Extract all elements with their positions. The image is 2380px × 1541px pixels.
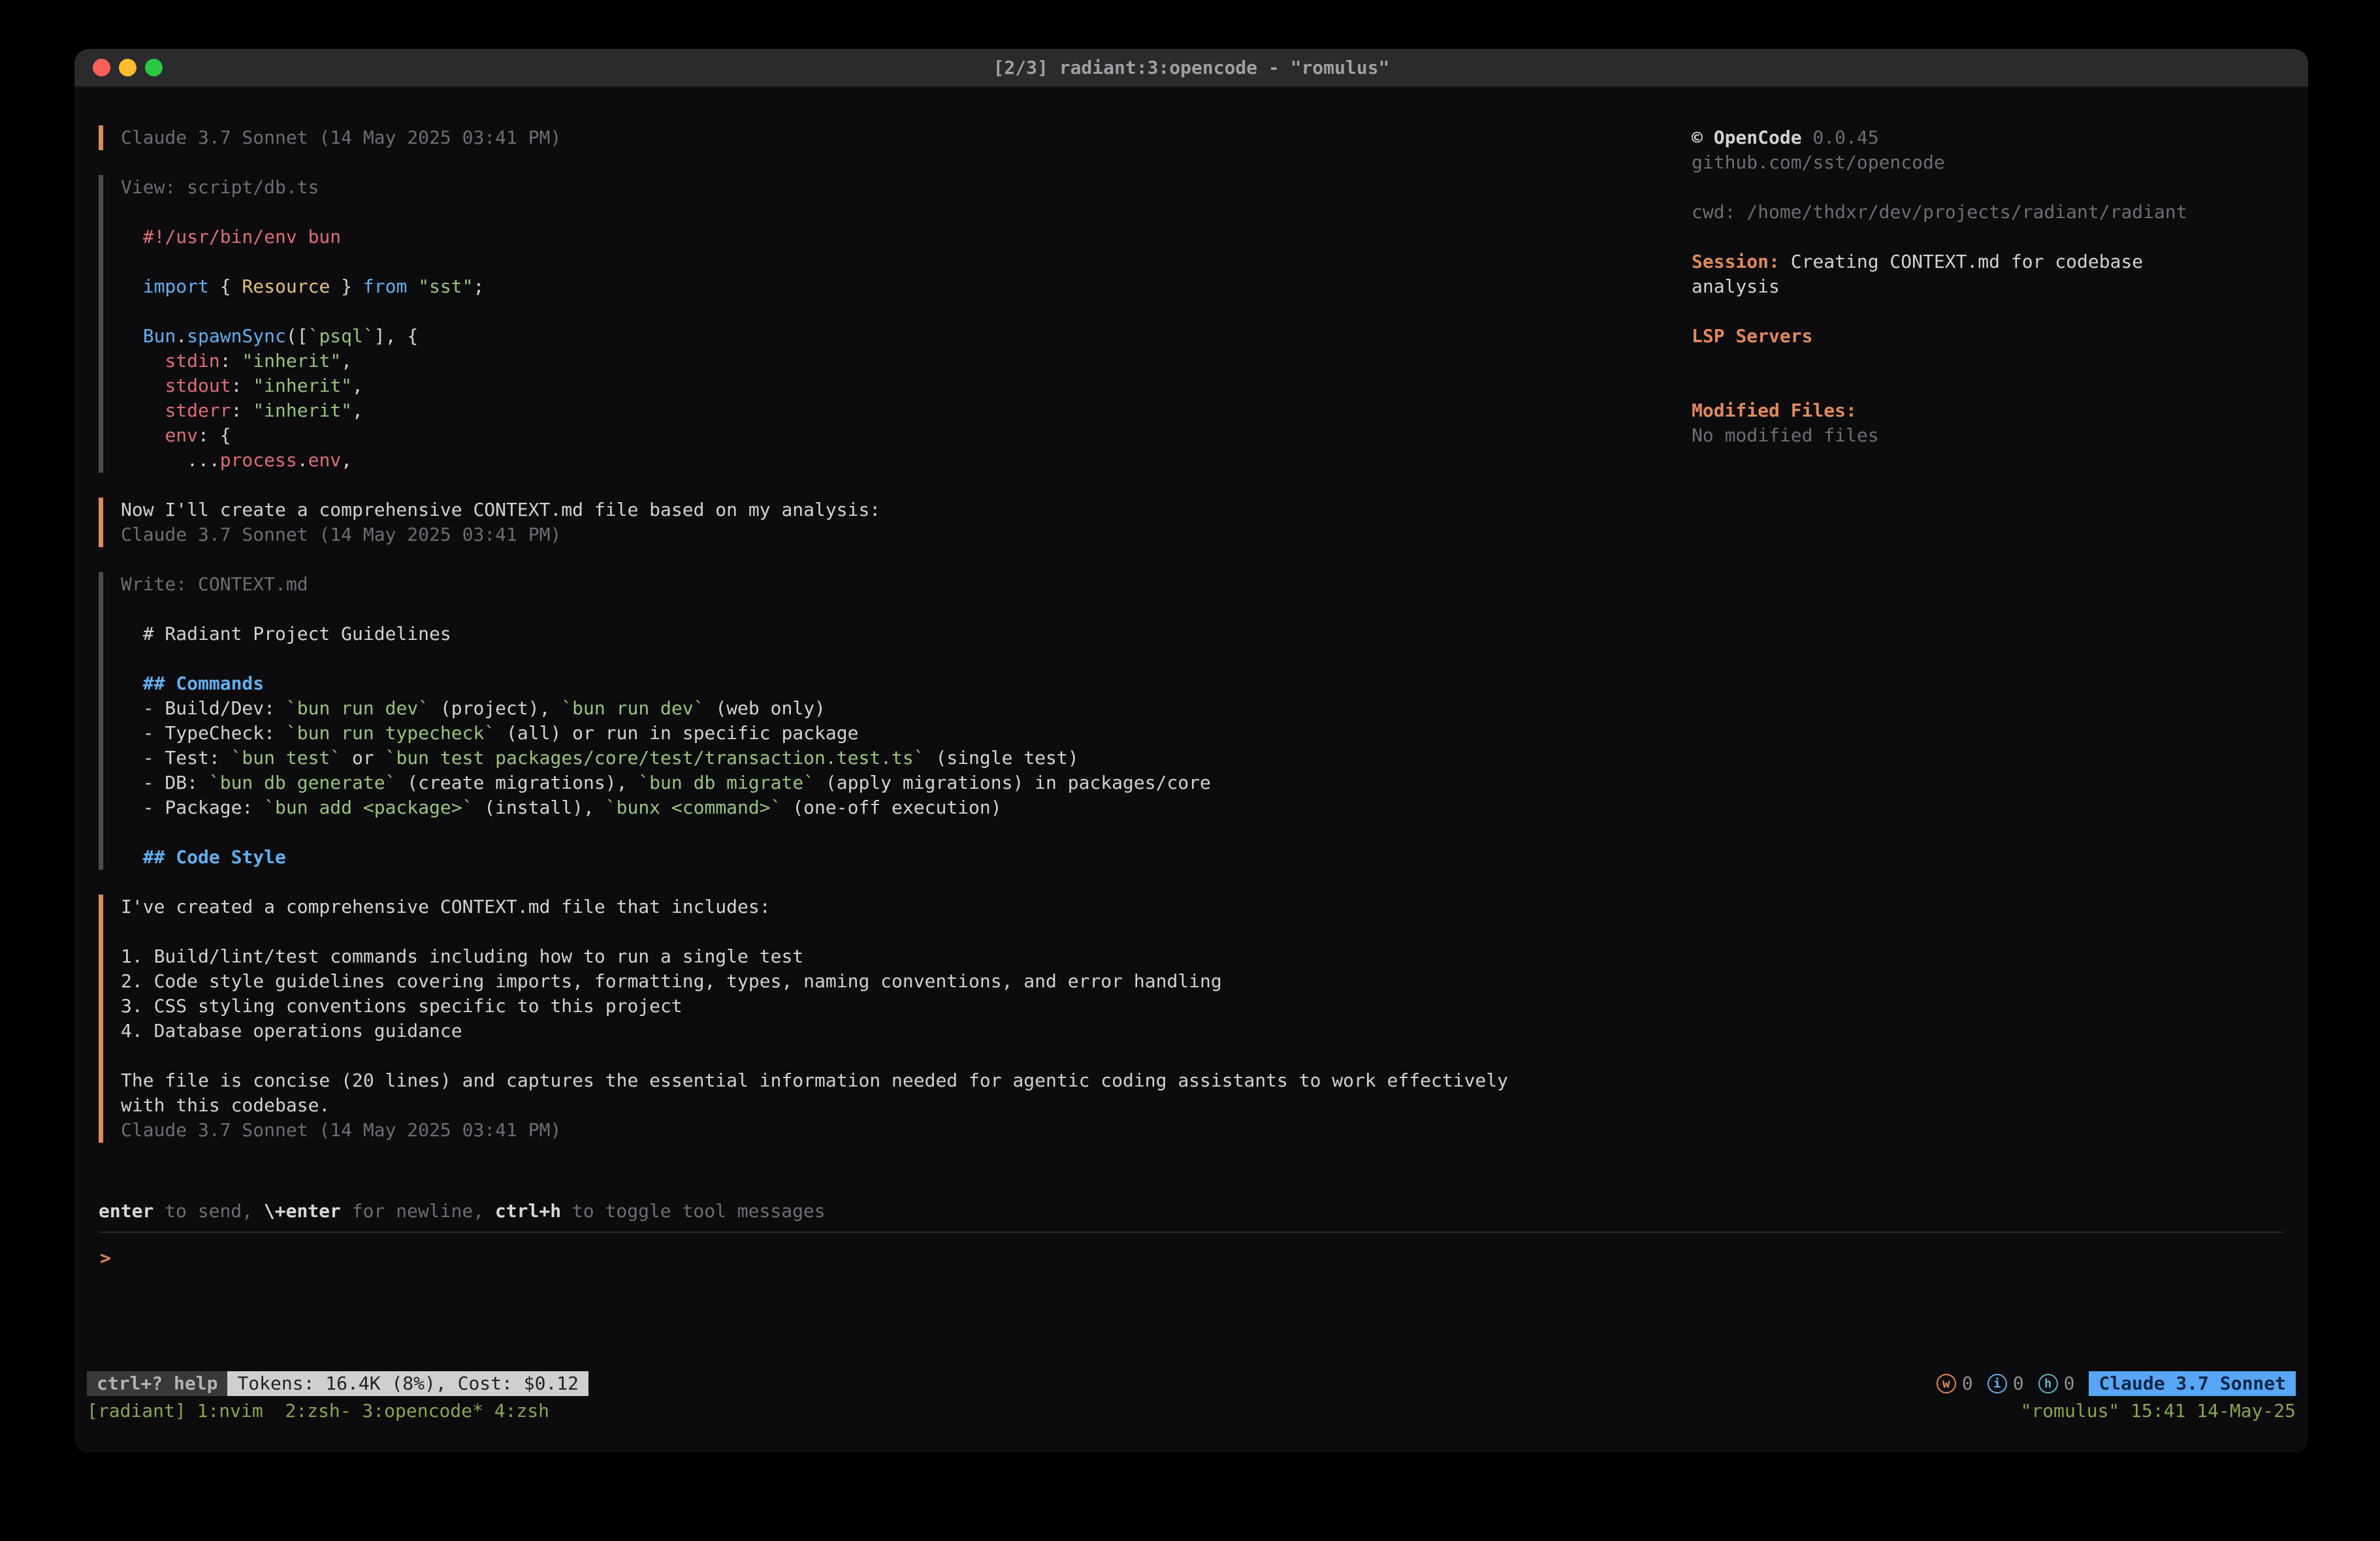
model-chip: Claude 3.7 Sonnet (2089, 1371, 2296, 1396)
tokens-cost-chip: Tokens: 16.4K (8%), Cost: $0.12 (227, 1371, 588, 1396)
blank-line (1692, 373, 2214, 398)
terminal-line: - Package: `bun add <package>` (install)… (121, 795, 1601, 820)
minimize-button[interactable] (119, 59, 137, 76)
repo-line: github.com/sst/opencode (1692, 150, 2214, 175)
terminal-line: env: { (121, 423, 1601, 448)
model-timestamp: Claude 3.7 Sonnet (14 May 2025 03:41 PM) (121, 524, 561, 545)
terminal-line: 2. Code style guidelines covering import… (121, 969, 1601, 994)
terminal-line: stdout: "inherit", (121, 373, 1601, 398)
terminal-line (121, 200, 1601, 225)
warning-count: 0 (1962, 1371, 1973, 1396)
terminal-window: [2/3] radiant:3:opencode - "romulus" Cla… (74, 49, 2308, 1453)
help-shortcut-chip: ctrl+? help (87, 1371, 227, 1396)
blank-line (1692, 175, 2214, 200)
terminal-line: - TypeCheck: `bun run typecheck` (all) o… (121, 721, 1601, 746)
tool-write-block: Write: CONTEXT.md # Radiant Project Guid… (99, 572, 1601, 870)
prompt-marker: > (100, 1247, 111, 1269)
modified-files-empty-line: No modified files (1692, 423, 2214, 448)
tmux-host-time: "romulus" 15:41 14-May-25 (2021, 1399, 2296, 1423)
terminal-line (121, 820, 1601, 845)
app-brand: © OpenCode (1692, 127, 1802, 148)
sidebar: © OpenCode 0.0.45 github.com/sst/opencod… (1692, 125, 2214, 448)
terminal-line: ...process.env, (121, 448, 1601, 473)
close-button[interactable] (93, 59, 110, 76)
zoom-button[interactable] (145, 59, 163, 76)
terminal-line: ## Code Style (121, 845, 1601, 870)
terminal-line: # Radiant Project Guidelines (121, 622, 1601, 646)
cwd-line: cwd: /home/thdxr/dev/projects/radiant/ra… (1692, 200, 2214, 225)
terminal-line: stderr: "inherit", (121, 398, 1601, 423)
terminal-line: import { Resource } from "sst"; (121, 274, 1601, 299)
terminal-line: stdin: "inherit", (121, 349, 1601, 373)
hint-icon: h (2038, 1374, 2058, 1393)
terminal-line: with this codebase. (121, 1093, 1601, 1118)
lsp-servers-title: LSP Servers (1692, 325, 1812, 347)
assistant-message-block: Now I'll create a comprehensive CONTEXT.… (99, 498, 1601, 547)
tmux-session-windows[interactable]: [radiant] 1:nvim 2:zsh- 3:opencode* 4:zs… (87, 1399, 549, 1423)
window-controls (93, 49, 163, 86)
terminal-line: View: script/db.ts (121, 175, 1601, 200)
model-timestamp: Claude 3.7 Sonnet (14 May 2025 03:41 PM) (121, 127, 561, 148)
blank-line (1692, 225, 2214, 249)
warning-icon: w (1937, 1374, 1956, 1393)
terminal-line: #!/usr/bin/env bun (121, 225, 1601, 249)
status-bar: ctrl+? help Tokens: 16.4K (8%), Cost: $0… (87, 1371, 2296, 1396)
terminal-line: Claude 3.7 Sonnet (14 May 2025 03:41 PM) (121, 522, 1601, 547)
lsp-servers-line: LSP Servers (1692, 324, 2214, 349)
terminal-line: ## Commands (121, 671, 1601, 696)
tool-view-block: View: script/db.ts #!/usr/bin/env bun im… (99, 175, 1601, 473)
terminal-line (121, 299, 1601, 324)
message-list: Claude 3.7 Sonnet (14 May 2025 03:41 PM)… (99, 125, 1601, 1168)
repo-link: github.com/sst/opencode (1692, 151, 1945, 173)
session-line: Session: Creating CONTEXT.md for codebas… (1692, 249, 2214, 299)
terminal-content: Claude 3.7 Sonnet (14 May 2025 03:41 PM)… (74, 87, 2308, 1453)
blank-line (1692, 299, 2214, 324)
tmux-status-bar: [radiant] 1:nvim 2:zsh- 3:opencode* 4:zs… (87, 1399, 2296, 1423)
app-version: 0.0.45 (1802, 127, 1879, 148)
terminal-line: Write: CONTEXT.md (121, 572, 1601, 597)
modified-files-title: Modified Files: (1692, 400, 1857, 421)
terminal-line (121, 249, 1601, 274)
terminal-line (121, 1043, 1601, 1068)
terminal-line: Now I'll create a comprehensive CONTEXT.… (121, 498, 1601, 522)
terminal-line: Bun.spawnSync([`psql`], { (121, 324, 1601, 349)
modified-files-empty: No modified files (1692, 424, 1879, 446)
hint-badge: h0 (2038, 1371, 2075, 1396)
terminal-line: - Build/Dev: `bun run dev` (project), `b… (121, 696, 1601, 721)
terminal-line: - Test: `bun test` or `bun test packages… (121, 746, 1601, 770)
terminal-line: Claude 3.7 Sonnet (14 May 2025 03:41 PM) (121, 125, 1601, 150)
title-bar: [2/3] radiant:3:opencode - "romulus" (74, 49, 2308, 87)
assistant-meta-block: Claude 3.7 Sonnet (14 May 2025 03:41 PM) (99, 125, 1601, 150)
warnings-badge: w0 (1937, 1371, 1973, 1396)
assistant-text: Now I'll create a comprehensive CONTEXT.… (121, 499, 880, 520)
terminal-line: 4. Database operations guidance (121, 1019, 1601, 1043)
input-divider (99, 1231, 2283, 1233)
hint-count: 0 (2064, 1371, 2075, 1396)
window-title: [2/3] radiant:3:opencode - "romulus" (993, 56, 1390, 80)
modified-files-line: Modified Files: (1692, 398, 2214, 423)
session-label: Session: (1692, 251, 1780, 272)
assistant-summary-block: I've created a comprehensive CONTEXT.md … (99, 895, 1601, 1143)
info-icon: i (1987, 1374, 2007, 1393)
blank-line (1692, 349, 2214, 373)
terminal-line (121, 597, 1601, 622)
terminal-line: 3. CSS styling conventions specific to t… (121, 994, 1601, 1019)
message-input[interactable]: > (100, 1246, 111, 1271)
terminal-line (121, 919, 1601, 944)
terminal-line: 1. Build/lint/test commands including ho… (121, 944, 1601, 969)
terminal-line: - DB: `bun db generate` (create migratio… (121, 770, 1601, 795)
app-brand-line: © OpenCode 0.0.45 (1692, 125, 2214, 150)
terminal-line: Claude 3.7 Sonnet (14 May 2025 03:41 PM) (121, 1118, 1601, 1143)
input-help: enter to send, \+enter for newline, ctrl… (99, 1199, 826, 1224)
terminal-line: The file is concise (20 lines) and captu… (121, 1068, 1601, 1093)
info-badge: i0 (1987, 1371, 2024, 1396)
info-count: 0 (2013, 1371, 2024, 1396)
terminal-line: I've created a comprehensive CONTEXT.md … (121, 895, 1601, 919)
cwd-label: cwd: /home/thdxr/dev/projects/radiant/ra… (1692, 201, 2187, 223)
terminal-line (121, 646, 1601, 671)
